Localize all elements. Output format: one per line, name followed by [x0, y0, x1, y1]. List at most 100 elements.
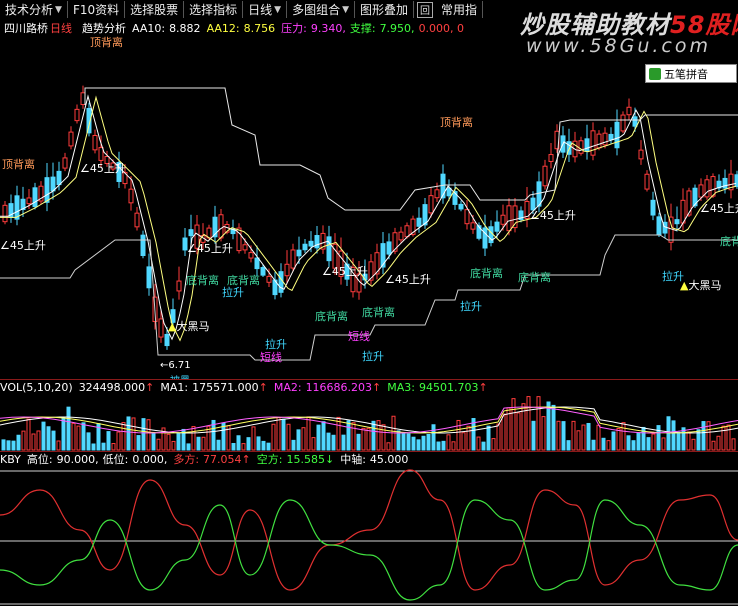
- candle-body: [260, 267, 266, 276]
- candle-body: [710, 176, 716, 197]
- volume-bar: [111, 443, 116, 451]
- vol-value: 324498.000: [78, 380, 146, 394]
- ann-big-black-horse-2-text: 大黑马: [688, 279, 722, 292]
- candle-body: [128, 188, 134, 204]
- candle-body: [404, 225, 410, 238]
- candle-body: [596, 133, 602, 149]
- ma1-value: 175571.000: [192, 380, 259, 394]
- ann-rise45-2-text: 45上升: [89, 162, 126, 175]
- ann-bottom-divergence-6: 底背离: [518, 271, 551, 284]
- ann-bottom-divergence-3: 底背离: [315, 310, 348, 323]
- volume-bar: [36, 430, 41, 451]
- candle-body: [506, 205, 512, 232]
- arrow-up-icon: ↑: [258, 380, 268, 394]
- ann-rise45-3-text: 45上升: [196, 242, 233, 255]
- candle-body: [398, 231, 404, 241]
- volume-bar: [276, 416, 281, 451]
- volume-bar: [256, 436, 261, 451]
- volume-bar: [196, 436, 201, 451]
- volume-bar: [101, 442, 106, 451]
- volume-bar: [551, 404, 556, 451]
- ann-rise45-1-text: 45上升: [9, 239, 46, 252]
- volume-bar: [671, 420, 676, 451]
- volume-bar: [691, 438, 696, 451]
- pressure-value: 9.340,: [310, 21, 346, 35]
- volume-bar: [121, 422, 126, 451]
- volume-bar: [731, 438, 736, 451]
- volume-bar: [631, 440, 636, 451]
- extra-value: 0.000, 0: [418, 21, 465, 35]
- volume-bar: [1, 439, 6, 451]
- candle-body: [650, 199, 656, 216]
- long-value: 77.054: [203, 452, 242, 466]
- volume-bar: [716, 435, 721, 451]
- volume-bar: [316, 424, 321, 451]
- osc-short-line: [0, 499, 738, 601]
- candle-body: [326, 236, 332, 262]
- volume-bar: [146, 419, 151, 451]
- candle-body: [164, 333, 170, 347]
- volume-bar: [246, 437, 251, 451]
- volume-bar: [356, 433, 361, 451]
- volume-bar: [91, 443, 96, 451]
- candle-body: [50, 176, 56, 192]
- ann-rise45-3: ∠45上升: [187, 242, 233, 255]
- volume-bar: [6, 440, 11, 451]
- candle-body: [416, 217, 422, 227]
- candle-body: [92, 134, 98, 151]
- volume-bar: [31, 433, 36, 451]
- ann-short-line-1: 短线: [348, 330, 370, 343]
- pressure-line: [84, 87, 738, 211]
- ime-box[interactable]: 五笔拼音: [645, 64, 737, 83]
- volume-bar: [571, 420, 576, 451]
- ann-top-divergence-2: 顶背离: [2, 158, 35, 171]
- candle-body: [656, 216, 662, 235]
- volume-bar: [426, 433, 431, 451]
- volume-bar: [416, 439, 421, 451]
- ma3-label: MA3:: [387, 380, 415, 394]
- volume-bar: [46, 426, 51, 451]
- ann-bottom-divergence-5: 底背离: [470, 267, 503, 280]
- volume-bar: [151, 432, 156, 451]
- ann-pull-up-4: 拉升: [460, 300, 482, 313]
- volume-bar: [456, 419, 461, 451]
- volume-bar: [371, 420, 376, 451]
- volume-bar: [26, 418, 31, 451]
- aa12-label: AA12:: [206, 21, 240, 35]
- ann-short-line-2: 短线: [260, 351, 282, 364]
- volume-bar: [341, 434, 346, 451]
- low-value: 0.000,: [132, 452, 168, 466]
- ann-big-black-horse-1-text: 大黑马: [176, 320, 210, 333]
- volume-bar: [436, 441, 441, 451]
- volume-bar: [496, 423, 501, 451]
- volume-bar: [131, 417, 136, 451]
- ann-bottom-divergence-4: 底背离: [362, 306, 395, 319]
- candle-body: [68, 131, 74, 147]
- candle-body: [266, 275, 272, 283]
- volume-bar: [411, 436, 416, 451]
- volume-bar: [191, 426, 196, 451]
- volume-bar: [286, 423, 291, 451]
- volume-bar: [261, 440, 266, 451]
- candle-body: [536, 181, 542, 207]
- candle-body: [548, 154, 554, 162]
- volume-bar: [251, 426, 256, 451]
- candle-body: [284, 263, 290, 277]
- volume-bar: [721, 425, 726, 451]
- volume-bar: [201, 436, 206, 451]
- volume-bar: [406, 433, 411, 451]
- candle-body: [620, 114, 626, 132]
- volume-bar: [71, 422, 76, 451]
- volume-bar: [231, 442, 236, 451]
- volume-bar: [701, 421, 706, 451]
- ann-big-black-horse-1: ▲大黑马: [168, 318, 209, 334]
- candle-body: [278, 271, 284, 293]
- volume-bar: [566, 440, 571, 451]
- candle-body: [2, 204, 8, 223]
- volume-bar: [511, 398, 516, 451]
- candle-body: [134, 212, 140, 228]
- volume-bar: [531, 420, 536, 451]
- ime-logo-icon: [649, 67, 661, 80]
- candle-body: [254, 257, 260, 270]
- volume-bar: [596, 424, 601, 451]
